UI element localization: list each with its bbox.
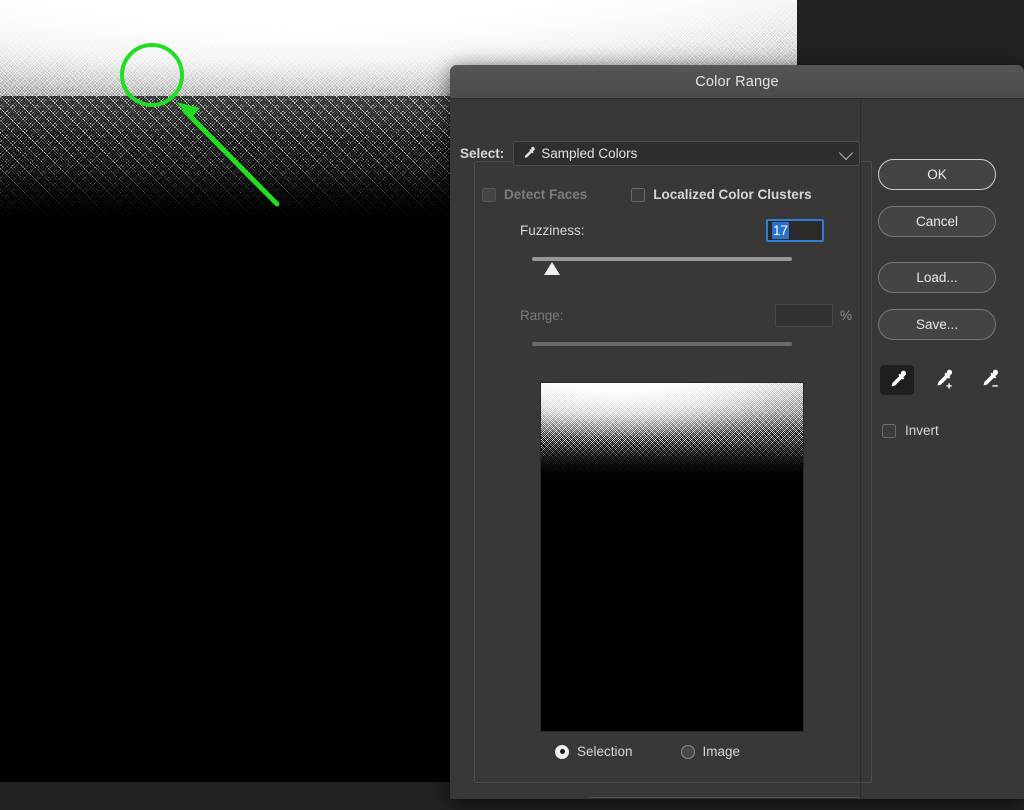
dialog-titlebar[interactable]: Color Range	[450, 65, 1024, 99]
dialog-title: Color Range	[695, 73, 779, 90]
save-button[interactable]: Save...	[878, 309, 996, 340]
ok-button[interactable]: OK	[878, 159, 996, 190]
dialog-right-column: OK Cancel Load... Save... Invert	[860, 99, 1024, 799]
fuzziness-row: Fuzziness: 17	[520, 219, 852, 242]
preview-fade-overlay	[541, 441, 803, 493]
chevron-down-icon	[838, 145, 854, 160]
eyedropper-subtract-icon	[983, 369, 999, 387]
fuzziness-value: 17	[772, 222, 790, 239]
color-range-dialog[interactable]: Color Range Select: Sampled Colors Detec…	[450, 65, 1024, 799]
invert-row: Invert	[882, 423, 939, 438]
select-label: Select:	[460, 146, 505, 161]
eyedropper-sample-icon	[891, 370, 907, 387]
eyedropper-toolbar	[880, 365, 1006, 395]
eyedropper-add-icon	[937, 369, 953, 389]
fuzziness-label: Fuzziness:	[520, 223, 585, 238]
selection-preview-thumbnail[interactable]	[540, 382, 804, 732]
invert-checkbox[interactable]	[882, 423, 896, 438]
select-value: Sampled Colors	[541, 146, 638, 161]
application-root: Color Range Select: Sampled Colors Detec…	[0, 0, 1024, 810]
range-slider-track	[532, 342, 792, 346]
range-label: Range:	[520, 308, 564, 323]
range-unit-label: %	[839, 308, 852, 323]
range-input	[774, 304, 833, 327]
detect-faces-label: Detect Faces	[504, 187, 588, 202]
cancel-button[interactable]: Cancel	[878, 206, 996, 237]
eyedropper-subtract-button[interactable]	[972, 365, 1006, 395]
eyedropper-icon	[524, 146, 536, 158]
load-button[interactable]: Load...	[878, 262, 996, 293]
dialog-body: Select: Sampled Colors Detect Faces Loca…	[450, 99, 1024, 799]
eyedropper-add-button[interactable]	[926, 365, 960, 395]
preview-mode-radio-group: Selection Image	[555, 744, 855, 759]
radio-selection-label: Selection	[577, 744, 633, 759]
fuzziness-input[interactable]: 17	[766, 219, 824, 242]
fuzziness-slider-thumb[interactable]	[544, 262, 560, 275]
eyedropper-sample-button[interactable]	[880, 365, 914, 395]
select-row: Select: Sampled Colors	[460, 141, 860, 166]
localized-color-clusters-checkbox[interactable]	[631, 187, 646, 202]
radio-image-label: Image	[702, 744, 741, 759]
save-button-label: Save...	[915, 317, 959, 332]
radio-selection[interactable]	[555, 744, 569, 759]
cancel-button-label: Cancel	[915, 214, 959, 229]
invert-label: Invert	[905, 423, 939, 438]
selection-preview-row: Selection Preview: Grayscale	[460, 797, 860, 799]
select-dropdown[interactable]: Sampled Colors	[513, 141, 860, 166]
range-row: Range: %	[520, 304, 852, 327]
detect-faces-checkbox	[482, 187, 496, 202]
ok-button-label: OK	[927, 167, 947, 182]
localized-color-clusters-label: Localized Color Clusters	[653, 187, 812, 202]
fuzziness-slider-track[interactable]	[532, 257, 792, 261]
load-button-label: Load...	[916, 270, 958, 285]
selection-preview-dropdown[interactable]: Grayscale	[588, 797, 860, 799]
checkbox-row: Detect Faces Localized Color Clusters	[482, 187, 862, 202]
column-divider	[860, 99, 861, 799]
radio-image[interactable]	[680, 744, 695, 759]
